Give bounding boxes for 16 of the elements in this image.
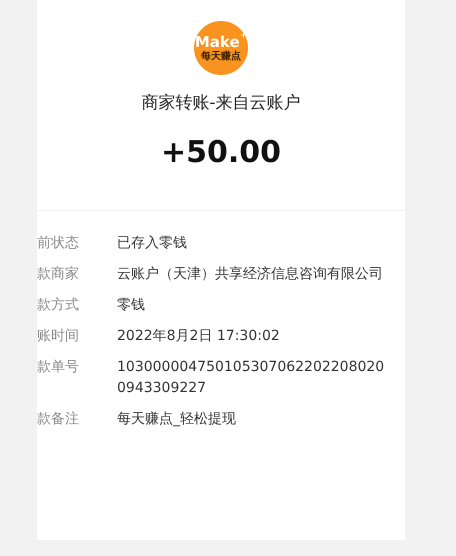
- detail-label: 款方式: [37, 296, 80, 315]
- transfer-title: 商家转账-来自云账户: [141, 92, 301, 115]
- amount: +50.00: [160, 135, 282, 171]
- detail-label: 款商家: [37, 265, 80, 284]
- detail-value: 云账户（天津）共享经济信息咨询有限公司: [117, 265, 384, 284]
- logo-subtitle: 每天赚点: [201, 52, 241, 62]
- detail-label: 账时间: [37, 327, 80, 346]
- detail-value: 已存入零钱: [117, 234, 188, 253]
- detail-value: 每天赚点_轻松提现: [117, 410, 237, 429]
- detail-label: 款备注: [37, 410, 80, 429]
- logo-text: Make: [194, 34, 240, 50]
- detail-value: 零钱: [117, 296, 146, 315]
- detail-value: 1030000047501053070622022080200943309227: [117, 358, 385, 398]
- detail-value: 2022年8月2日 17:30:02: [117, 327, 281, 346]
- detail-label: 款单号: [37, 358, 80, 377]
- detail-label: 前状态: [37, 234, 80, 253]
